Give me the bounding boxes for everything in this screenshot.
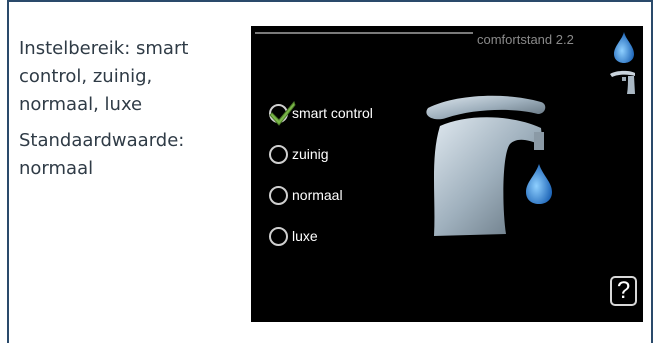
water-drop-icon [614,32,634,63]
default-value-text: Standaardwaarde: normaal [19,130,185,179]
option-label: luxe [292,228,318,244]
device-display: comfortstand 2.2 smart control zuinig no… [251,26,643,322]
option-luxe[interactable]: luxe [269,223,373,249]
option-label: smart control [292,105,373,121]
option-normaal[interactable]: normaal [269,182,373,208]
faucet-illustration [426,95,552,236]
option-zuinig[interactable]: zuinig [269,141,373,167]
option-smart-control[interactable]: smart control [269,100,373,126]
description-text: Instelbereik: smart control, zuinig, nor… [19,35,234,191]
title-divider [255,32,473,34]
check-icon [269,100,296,126]
help-button[interactable]: ? [610,276,637,306]
options-list: smart control zuinig normaal luxe [269,100,373,264]
screen-title: comfortstand 2.2 [477,32,574,47]
option-label: normaal [292,187,343,203]
radio-luxe[interactable] [269,226,288,246]
setting-range-text: Instelbereik: smart control, zuinig, nor… [19,38,189,115]
option-label: zuinig [292,146,329,162]
radio-zuinig[interactable] [269,144,288,164]
radio-smart-control[interactable] [269,100,296,126]
tap-icon [610,70,635,94]
radio-normaal[interactable] [269,185,288,205]
